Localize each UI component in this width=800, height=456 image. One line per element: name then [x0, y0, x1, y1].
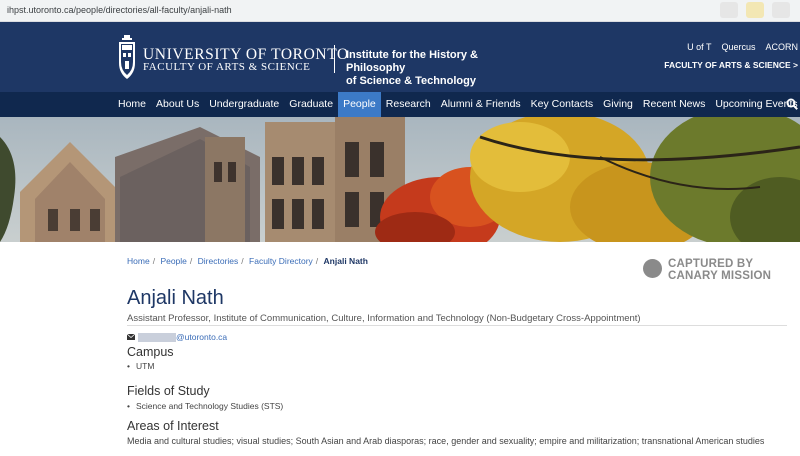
watermark-stamp: CAPTURED BY CANARY MISSION: [643, 258, 783, 284]
stamp-line2: CANARY MISSION: [668, 270, 772, 282]
breadcrumb-people[interactable]: People: [160, 256, 186, 266]
title-divider: [127, 325, 787, 326]
stamp-text: CAPTURED BY CANARY MISSION: [668, 258, 771, 282]
nav-item-home[interactable]: Home: [113, 92, 151, 117]
nav-item-recent-news[interactable]: Recent News: [638, 92, 710, 117]
interests-text: Media and cultural studies; visual studi…: [127, 436, 765, 446]
campus-item: UTM: [127, 361, 155, 371]
faculty-name[interactable]: FACULTY OF ARTS & SCIENCE: [143, 61, 310, 73]
browser-extension-icon[interactable]: [772, 2, 790, 18]
nav-item-undergraduate[interactable]: Undergraduate: [204, 92, 284, 117]
acorn-link[interactable]: ACORN: [765, 42, 798, 52]
institute-name-line2: of Science & Technology: [346, 75, 476, 87]
crest-icon[interactable]: [118, 35, 136, 81]
nav-item-about-us[interactable]: About Us: [151, 92, 204, 117]
email-redacted: [138, 332, 176, 342]
nav-item-people[interactable]: People: [338, 92, 381, 117]
breadcrumb-current: Anjali Nath: [323, 256, 368, 266]
utility-links: U of T Quercus ACORN: [687, 42, 798, 52]
banner-photo: [0, 117, 800, 242]
stamp-icon: [643, 259, 662, 278]
fields-heading: Fields of Study: [127, 384, 210, 398]
nav-item-research[interactable]: Research: [381, 92, 436, 117]
email-link[interactable]: @utoronto.ca: [176, 332, 227, 342]
nav-item-key-contacts[interactable]: Key Contacts: [526, 92, 598, 117]
url-text[interactable]: ihpst.utoronto.ca/people/directories/all…: [7, 5, 232, 15]
quercus-link[interactable]: Quercus: [721, 42, 755, 52]
nav-item-alumni-friends[interactable]: Alumni & Friends: [436, 92, 526, 117]
breadcrumb-home[interactable]: Home: [127, 256, 150, 266]
envelope-icon: [127, 334, 135, 340]
campus-heading: Campus: [127, 345, 174, 359]
nav-item-graduate[interactable]: Graduate: [284, 92, 338, 117]
breadcrumb: Home / People / Directories / Faculty Direc…: [127, 256, 368, 266]
breadcrumb-directories[interactable]: Directories: [198, 256, 239, 266]
stamp-line1: CAPTURED BY: [668, 258, 754, 270]
browser-extension-icon[interactable]: [720, 2, 738, 18]
field-item: Science and Technology Studies (STS): [127, 401, 283, 411]
header-divider: [334, 45, 335, 73]
institute-name[interactable]: Institute for the History & Philosophy o…: [346, 49, 521, 88]
interests-heading: Areas of Interest: [127, 419, 219, 433]
faculty-link[interactable]: FACULTY OF ARTS & SCIENCE >: [664, 60, 798, 70]
main-nav: Home About Us Undergraduate Graduate Peo…: [0, 92, 800, 117]
person-title: Assistant Professor, Institute of Commun…: [127, 313, 641, 324]
email-row: @utoronto.ca: [127, 331, 227, 343]
institute-name-line1: Institute for the History & Philosophy: [346, 49, 479, 74]
uoft-link[interactable]: U of T: [687, 42, 711, 52]
search-icon[interactable]: [786, 98, 798, 110]
page-title: Anjali Nath: [127, 287, 224, 309]
browser-extension-icon[interactable]: [746, 2, 764, 18]
site-header: UNIVERSITY OF TORONTO FACULTY OF ARTS & …: [0, 22, 800, 92]
browser-url-bar[interactable]: ihpst.utoronto.ca/people/directories/all…: [0, 0, 800, 22]
nav-item-giving[interactable]: Giving: [598, 92, 638, 117]
breadcrumb-faculty-directory[interactable]: Faculty Directory: [249, 256, 313, 266]
